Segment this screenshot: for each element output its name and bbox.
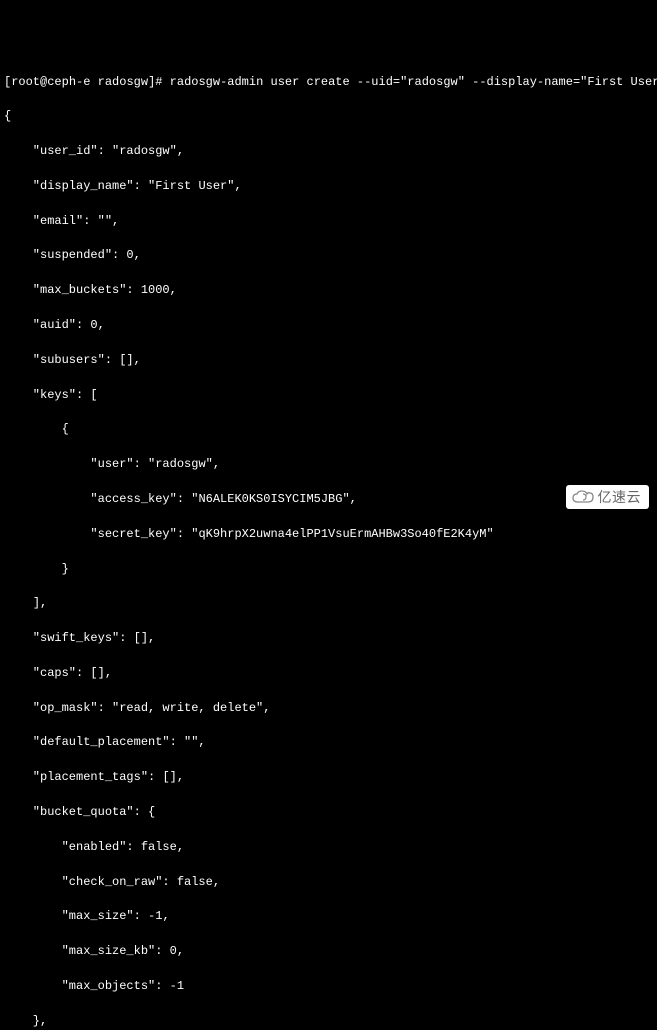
val-op-mask: read, write, delete: [119, 701, 256, 715]
prompt-user: root: [11, 75, 40, 89]
json-line: ],: [4, 595, 657, 612]
json-line: "max_objects": -1: [4, 978, 657, 995]
json-line: "suspended": 0,: [4, 247, 657, 264]
json-line: }: [4, 561, 657, 578]
json-brace-open: {: [4, 108, 657, 125]
cloud-icon: [572, 490, 594, 504]
json-line: "display_name": "First User",: [4, 178, 657, 195]
val-suspended: 0: [126, 248, 133, 262]
json-line: "check_on_raw": false,: [4, 874, 657, 891]
shell-prompt[interactable]: [root@ceph-e radosgw]# radosgw-admin use…: [4, 74, 657, 91]
val-bq-max-size-kb: 0: [170, 944, 177, 958]
watermark-text: 亿速云: [598, 487, 642, 507]
json-line: "user_id": "radosgw",: [4, 143, 657, 160]
json-line: "bucket_quota": {: [4, 804, 657, 821]
val-display-name: First User: [155, 179, 227, 193]
prompt-cwd: radosgw: [98, 75, 148, 89]
json-line: "auid": 0,: [4, 317, 657, 334]
val-user-id: radosgw: [119, 144, 169, 158]
json-line: "op_mask": "read, write, delete",: [4, 700, 657, 717]
val-bq-enabled: false: [141, 840, 177, 854]
json-line: "keys": [: [4, 387, 657, 404]
json-line: "placement_tags": [],: [4, 769, 657, 786]
json-line: "enabled": false,: [4, 839, 657, 856]
json-line: "max_buckets": 1000,: [4, 282, 657, 299]
val-secret-key: qK9hrpX2uwna4elPP1VsuErmAHBw3So40fE2K4yM: [198, 527, 486, 541]
json-line: "secret_key": "qK9hrpX2uwna4elPP1VsuErmA…: [4, 526, 657, 543]
json-line: "access_key": "N6ALEK0KS0ISYCIM5JBG",: [4, 491, 657, 508]
val-keys-close: ],: [33, 596, 47, 610]
json-line: "user": "radosgw",: [4, 456, 657, 473]
val-bq-check: false: [177, 875, 213, 889]
val-bq-max-objects: -1: [170, 979, 184, 993]
val-keys-open: [: [90, 388, 97, 402]
json-line: "email": "",: [4, 213, 657, 230]
json-line: },: [4, 1013, 657, 1030]
val-placement-tags: []: [162, 770, 176, 784]
watermark: 亿速云: [566, 485, 650, 509]
prompt-command: radosgw-admin user create --uid="radosgw…: [170, 75, 657, 89]
val-key-user: radosgw: [155, 457, 205, 471]
val-caps: []: [90, 666, 104, 680]
val-bq-max-size: -1: [148, 909, 162, 923]
val-access-key: N6ALEK0KS0ISYCIM5JBG: [198, 492, 342, 506]
json-line: "max_size": -1,: [4, 908, 657, 925]
json-line: "max_size_kb": 0,: [4, 943, 657, 960]
json-line: "caps": [],: [4, 665, 657, 682]
json-line: "default_placement": "",: [4, 734, 657, 751]
json-line: "subusers": [],: [4, 352, 657, 369]
prompt-host: ceph-e: [47, 75, 90, 89]
json-line: "swift_keys": [],: [4, 630, 657, 647]
val-subusers: []: [119, 353, 133, 367]
val-swift-keys: []: [134, 631, 148, 645]
val-max-buckets: 1000: [141, 283, 170, 297]
json-line: {: [4, 421, 657, 438]
val-auid: 0: [90, 318, 97, 332]
